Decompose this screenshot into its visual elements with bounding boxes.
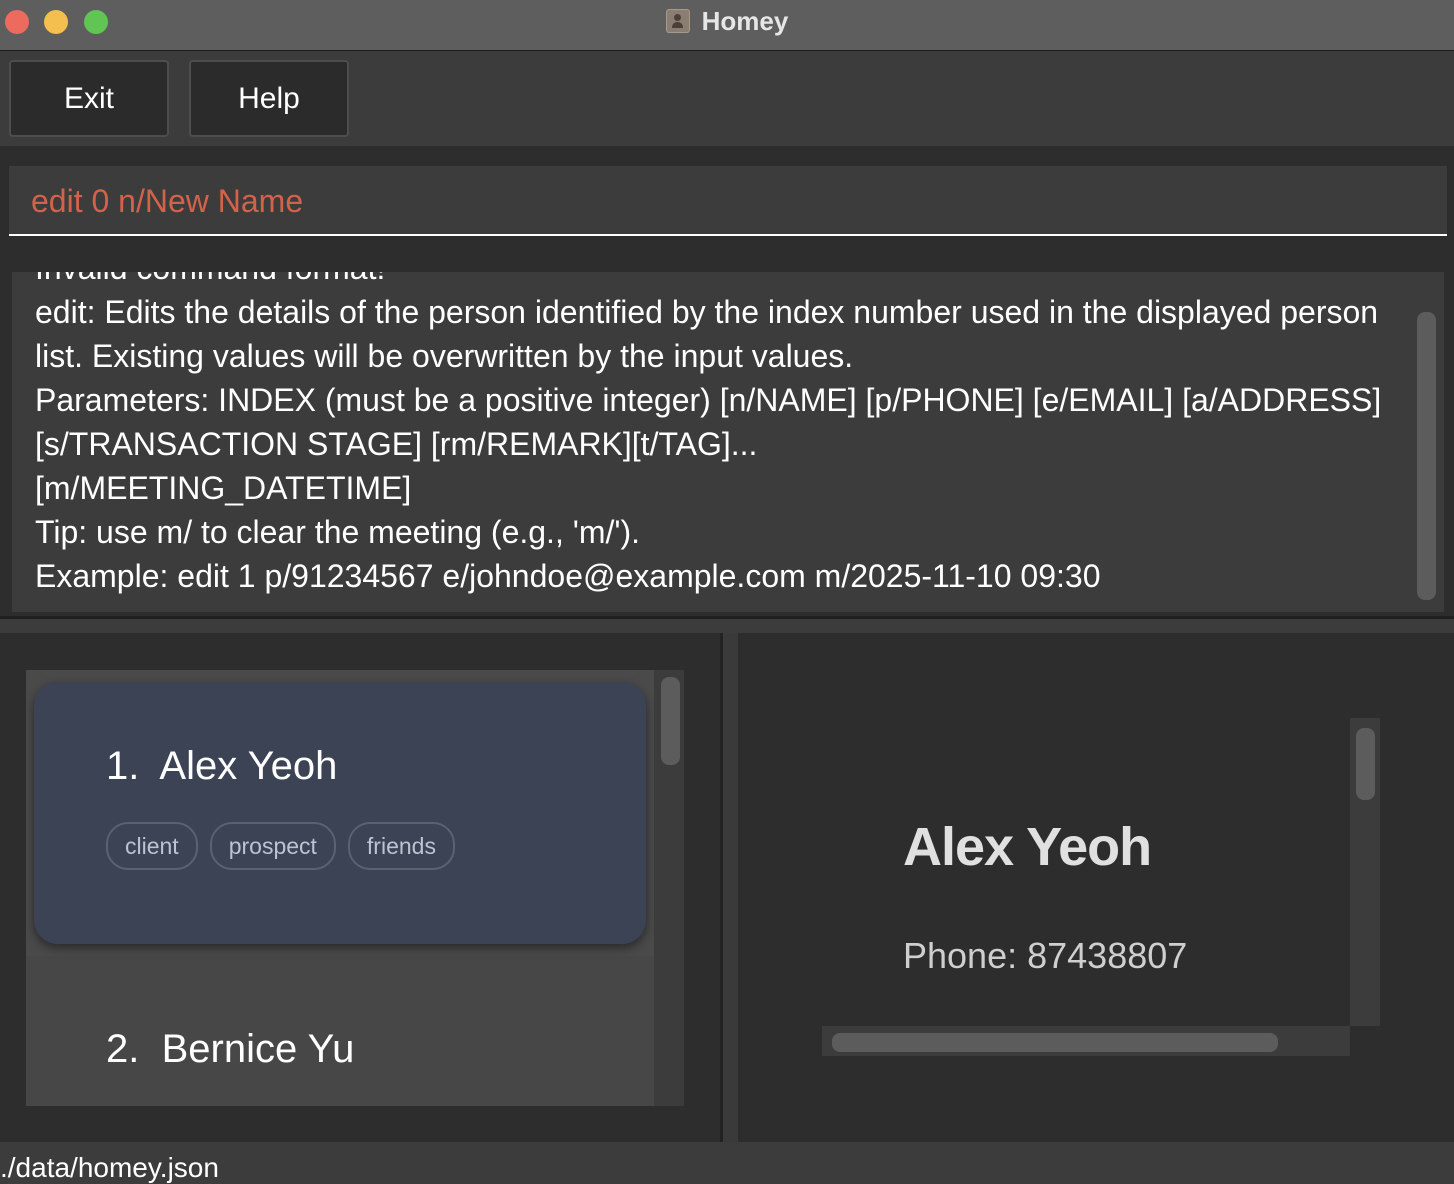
detail-horizontal-scrollbar-thumb[interactable] bbox=[832, 1033, 1278, 1052]
window-title: Homey bbox=[701, 5, 789, 36]
result-area: Invalid command format! edit: Edits the … bbox=[0, 258, 1454, 618]
menu-bar: Exit Help bbox=[0, 51, 1454, 146]
result-display[interactable]: Invalid command format! edit: Edits the … bbox=[12, 272, 1444, 612]
split-pane-divider[interactable] bbox=[0, 619, 1454, 633]
person-list[interactable]: 1. Alex Yeoh client prospect friends 2. … bbox=[26, 670, 654, 1106]
result-scrollbar[interactable] bbox=[1417, 312, 1436, 600]
tag-prospect: prospect bbox=[209, 822, 336, 870]
vertical-split-divider[interactable] bbox=[720, 633, 738, 1142]
command-input[interactable]: edit 0 n/New Name bbox=[9, 166, 1447, 236]
title-bar: Homey bbox=[0, 0, 1454, 51]
person-index: 1. bbox=[106, 744, 140, 788]
person-name: Bernice Yu bbox=[161, 1027, 355, 1071]
tag-friends: friends bbox=[347, 822, 455, 870]
result-text: Invalid command format! edit: Edits the … bbox=[35, 272, 1382, 594]
window-title-group: Homey bbox=[0, 0, 1454, 42]
address-book-icon bbox=[665, 9, 690, 33]
help-button[interactable]: Help bbox=[189, 60, 349, 137]
detail-vertical-scrollbar-thumb[interactable] bbox=[1356, 728, 1375, 800]
person-name: Alex Yeoh bbox=[159, 744, 338, 788]
command-area: edit 0 n/New Name bbox=[0, 146, 1454, 258]
tag-list: client prospect friends bbox=[106, 822, 467, 870]
exit-button[interactable]: Exit bbox=[9, 60, 169, 137]
list-item[interactable]: 2. Bernice Yu bbox=[106, 1027, 354, 1072]
person-detail-panel: Alex Yeoh Phone: 87438807 bbox=[738, 633, 1454, 1142]
tag-client: client bbox=[106, 822, 198, 870]
save-location: ./data/homey.json bbox=[0, 1152, 219, 1183]
person-index: 2. bbox=[106, 1027, 140, 1071]
status-bar: ./data/homey.json bbox=[0, 1142, 1454, 1184]
person-list-scrollbar-thumb[interactable] bbox=[661, 677, 680, 765]
person-card-name: 1. Alex Yeoh bbox=[106, 744, 337, 789]
detail-name: Alex Yeoh bbox=[903, 817, 1152, 877]
person-list-panel: 1. Alex Yeoh client prospect friends 2. … bbox=[0, 633, 720, 1142]
person-card[interactable]: 1. Alex Yeoh client prospect friends bbox=[34, 682, 646, 944]
detail-phone: Phone: 87438807 bbox=[903, 935, 1188, 976]
